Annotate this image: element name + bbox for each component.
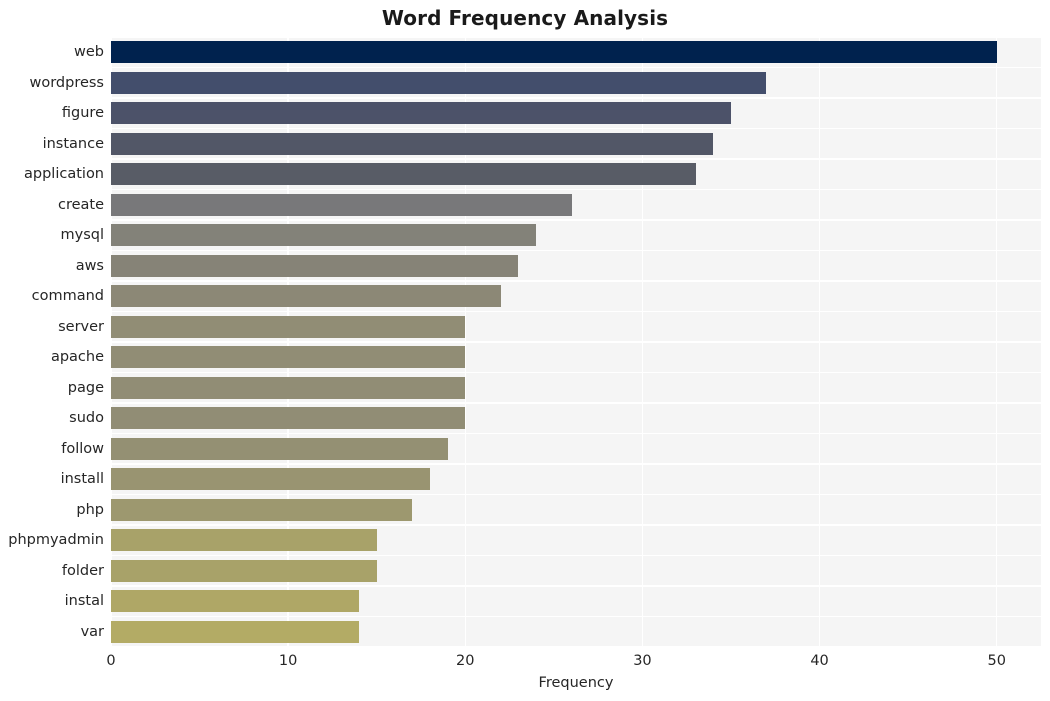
y-tick-label-folder: folder bbox=[61, 562, 104, 579]
y-tick-label-mysql: mysql bbox=[60, 227, 105, 244]
gridline-horizontal bbox=[111, 158, 1041, 160]
gridline-vertical-10 bbox=[287, 37, 289, 647]
bar-php bbox=[111, 498, 413, 521]
bar-create bbox=[111, 193, 572, 216]
gridline-horizontal bbox=[111, 493, 1041, 496]
gridline-horizontal bbox=[111, 219, 1041, 221]
x-tick-label-0: 0 bbox=[106, 653, 116, 669]
x-tick-label-50: 50 bbox=[987, 653, 1006, 669]
y-tick-label-follow: follow bbox=[61, 440, 104, 457]
gridline-horizontal bbox=[111, 127, 1041, 130]
gridline-horizontal bbox=[111, 585, 1041, 587]
y-tick-label-create: create bbox=[57, 196, 104, 213]
y-tick-label-figure: figure bbox=[61, 105, 104, 122]
bar-command bbox=[111, 285, 501, 308]
y-tick-label-phpmyadmin: phpmyadmin bbox=[8, 532, 104, 549]
gridline-horizontal bbox=[111, 249, 1041, 252]
gridline-horizontal bbox=[111, 463, 1041, 465]
x-tick-label-10: 10 bbox=[278, 653, 298, 669]
gridline-horizontal bbox=[111, 188, 1041, 191]
gridline-vertical-50 bbox=[996, 37, 998, 647]
gridline-horizontal bbox=[111, 554, 1041, 557]
bar-var bbox=[111, 620, 359, 643]
y-tick-label-command: command bbox=[31, 288, 104, 305]
gridline-horizontal bbox=[111, 66, 1041, 69]
bar-wordpress bbox=[111, 71, 767, 94]
y-tick-label-php: php bbox=[76, 501, 104, 518]
gridline-horizontal bbox=[111, 371, 1041, 374]
chart-title: Word Frequency Analysis bbox=[381, 6, 669, 30]
x-tick-label-30: 30 bbox=[633, 653, 652, 669]
bar-folder bbox=[111, 559, 377, 582]
gridline-horizontal bbox=[111, 432, 1041, 435]
bar-web bbox=[111, 41, 997, 64]
gridline-vertical-30 bbox=[641, 37, 644, 647]
bar-instal bbox=[111, 590, 359, 613]
gridline-vertical-40 bbox=[818, 37, 821, 647]
gridline-horizontal bbox=[111, 402, 1041, 404]
y-tick-label-web: web bbox=[74, 44, 104, 61]
bar-instance bbox=[111, 132, 714, 155]
gridline-horizontal bbox=[111, 310, 1041, 313]
y-tick-label-wordpress: wordpress bbox=[29, 74, 104, 91]
bar-server bbox=[111, 315, 466, 338]
plot-area bbox=[111, 37, 1041, 647]
bar-follow bbox=[111, 437, 448, 460]
y-tick-label-instal: instal bbox=[64, 593, 104, 610]
y-tick-label-install: install bbox=[60, 471, 104, 488]
gridline-horizontal bbox=[111, 37, 1041, 38]
y-tick-label-instance: instance bbox=[42, 135, 104, 152]
y-tick-label-application: application bbox=[24, 166, 104, 183]
x-axis-label: Frequency bbox=[538, 675, 614, 691]
bar-phpmyadmin bbox=[111, 529, 377, 552]
y-tick-label-server: server bbox=[58, 318, 104, 335]
bar-sudo bbox=[111, 407, 466, 430]
gridline-horizontal bbox=[111, 524, 1041, 526]
y-tick-label-aws: aws bbox=[75, 257, 104, 274]
bar-apache bbox=[111, 346, 466, 369]
bar-page bbox=[111, 376, 466, 399]
bar-figure bbox=[111, 102, 731, 125]
y-axis-tick-labels: web wordpress figure instance application cre… bbox=[0, 37, 104, 647]
x-tick-label-20: 20 bbox=[456, 653, 475, 669]
bar-install bbox=[111, 468, 430, 491]
y-tick-label-page: page bbox=[67, 379, 104, 396]
gridline-horizontal bbox=[111, 615, 1041, 618]
y-tick-label-apache: apache bbox=[50, 349, 104, 366]
bar-aws bbox=[111, 254, 519, 277]
gridline-horizontal bbox=[111, 280, 1041, 282]
y-tick-label-sudo: sudo bbox=[69, 410, 104, 427]
gridline-horizontal bbox=[111, 646, 1041, 647]
bar-mysql bbox=[111, 224, 537, 247]
x-tick-label-40: 40 bbox=[810, 653, 829, 669]
figure-canvas: Word Frequency Analysis web wordpress figu… bbox=[0, 0, 1050, 701]
gridline-horizontal bbox=[111, 97, 1041, 99]
x-axis-tick-labels: 0 10 20 30 40 50 bbox=[0, 653, 1050, 675]
bar-application bbox=[111, 163, 696, 186]
gridline-vertical-0 bbox=[111, 37, 112, 647]
gridline-horizontal bbox=[111, 341, 1041, 343]
y-tick-label-var: var bbox=[80, 623, 104, 640]
gridline-vertical-20 bbox=[464, 37, 466, 647]
